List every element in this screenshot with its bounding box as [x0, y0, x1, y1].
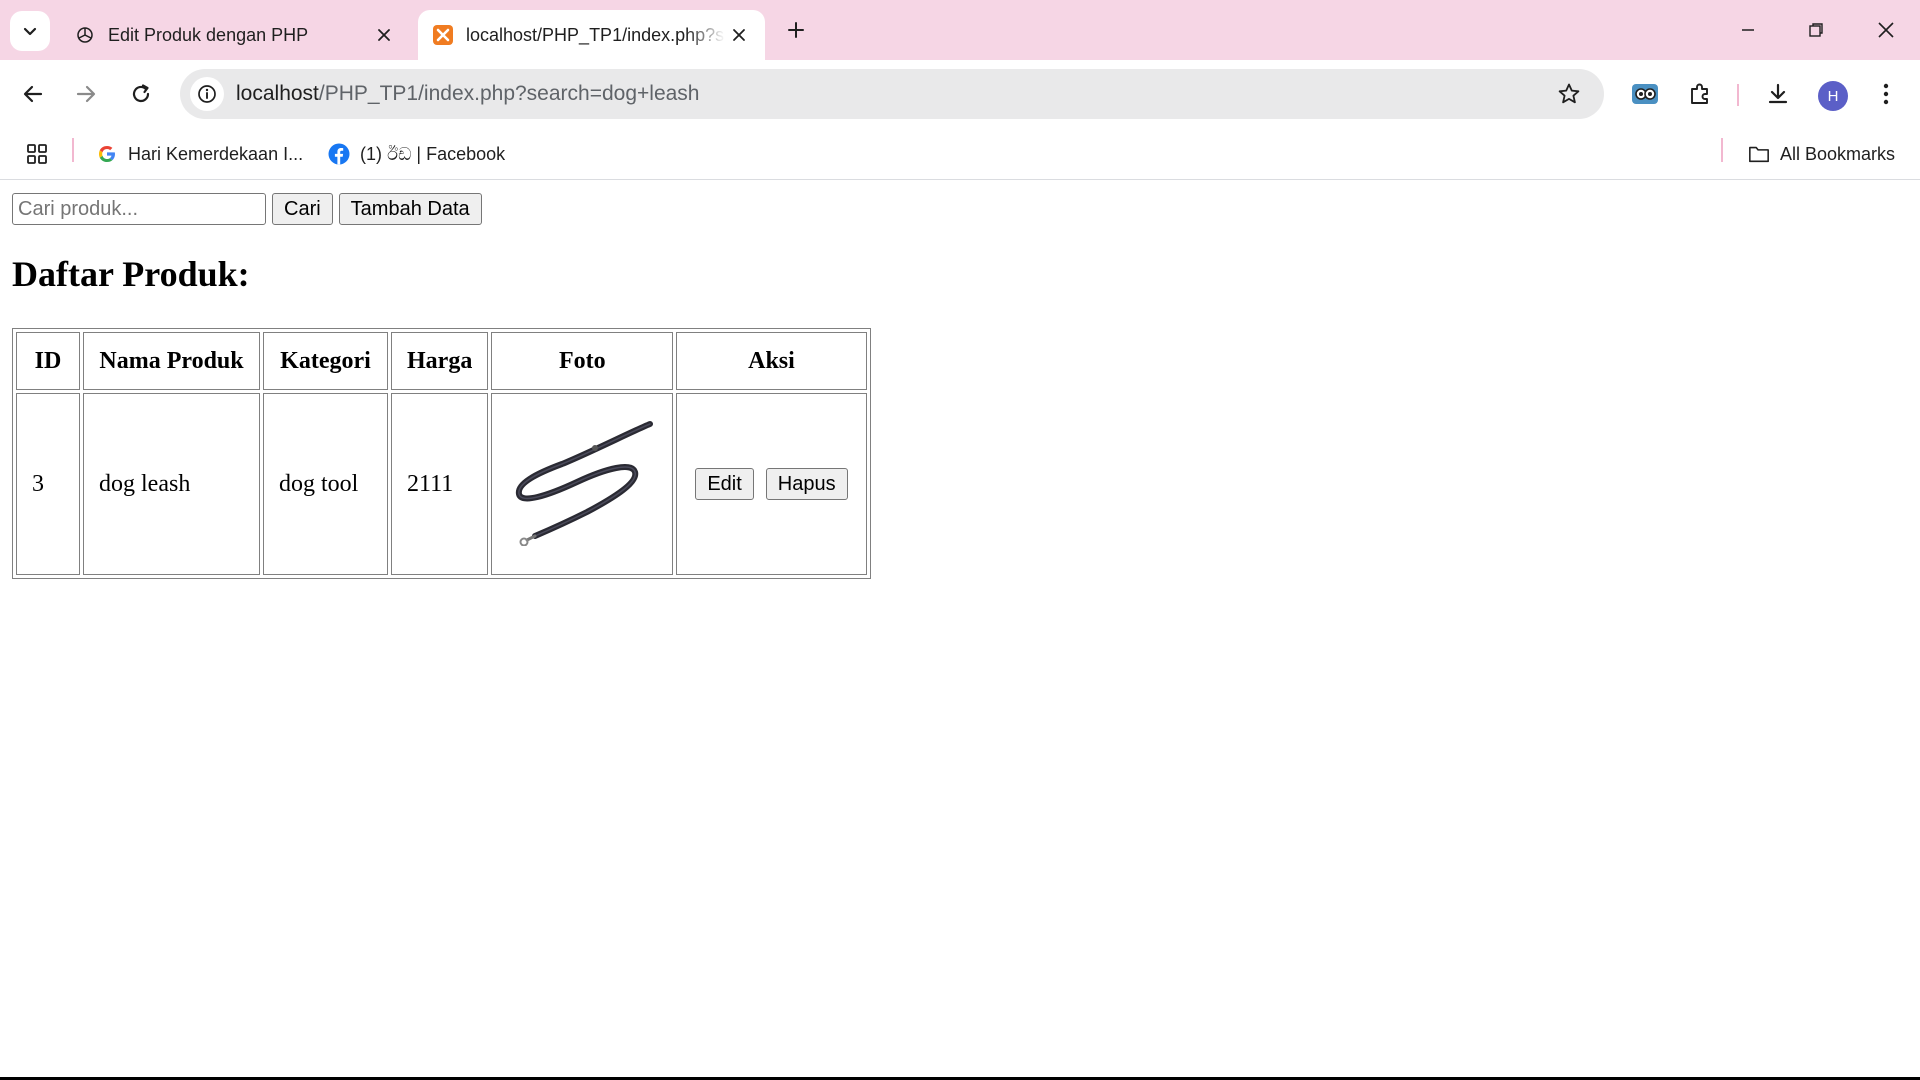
- openai-icon: [74, 24, 96, 46]
- apps-button[interactable]: [26, 140, 58, 168]
- xampp-icon: [432, 24, 454, 46]
- table-row: 3 dog leash dog tool 2111 Edit Hapus: [16, 393, 867, 575]
- star-icon[interactable]: [1556, 81, 1582, 107]
- puzzle-icon[interactable]: [1682, 76, 1718, 112]
- restore-button[interactable]: [1792, 10, 1840, 50]
- column-header-nama-produk: Nama Produk: [83, 332, 260, 390]
- apps-grid-icon: [26, 143, 48, 165]
- product-table: ID Nama Produk Kategori Harga Foto Aksi …: [12, 328, 871, 579]
- column-header-kategori: Kategori: [263, 332, 388, 390]
- minimize-icon: [1742, 29, 1754, 31]
- google-icon: [96, 143, 118, 165]
- bookmark-label: Hari Kemerdekaan I...: [128, 143, 304, 164]
- profile-avatar[interactable]: H: [1818, 81, 1848, 111]
- plus-icon: [788, 22, 804, 38]
- reload-button[interactable]: [123, 76, 159, 112]
- extension-icon[interactable]: [1627, 76, 1663, 112]
- address-url: localhost/PHP_TP1/index.php?search=dog+l…: [236, 82, 700, 106]
- site-info-icon[interactable]: [190, 77, 224, 111]
- page-content: Cari Tambah Data Daftar Produk: ID Nama …: [0, 181, 1920, 1080]
- forward-button[interactable]: [68, 76, 104, 112]
- arrow-right-icon: [76, 85, 96, 103]
- bookmarks-divider: [1721, 138, 1723, 162]
- close-icon[interactable]: [370, 21, 398, 49]
- edit-button[interactable]: Edit: [695, 468, 754, 500]
- arrow-left-icon: [23, 85, 43, 103]
- more-menu-icon[interactable]: [1868, 76, 1904, 112]
- tab-localhost[interactable]: localhost/PHP_TP1/index.php?search=dog+l…: [418, 10, 765, 60]
- page-title: Daftar Produk:: [12, 254, 250, 294]
- cell-harga: 2111: [391, 393, 489, 575]
- column-header-foto: Foto: [491, 332, 674, 390]
- column-header-aksi: Aksi: [676, 332, 867, 390]
- facebook-icon: [328, 143, 350, 165]
- dog-leash-photo: [516, 420, 654, 546]
- close-window-button[interactable]: [1862, 10, 1910, 50]
- close-icon[interactable]: [725, 21, 753, 49]
- search-button[interactable]: Cari: [272, 193, 333, 225]
- browser-toolbar: localhost/PHP_TP1/index.php?search=dog+l…: [0, 60, 1920, 128]
- back-button[interactable]: [15, 76, 51, 112]
- restore-icon: [1809, 23, 1823, 37]
- tab-search-button[interactable]: [10, 11, 50, 51]
- bookmarks-divider: [72, 138, 74, 162]
- download-icon[interactable]: [1760, 76, 1796, 112]
- bookmark-hari-kemerdekaan[interactable]: Hari Kemerdekaan I...: [96, 140, 303, 168]
- address-path: /PHP_TP1/index.php?search=dog+leash: [318, 82, 700, 105]
- minimize-button[interactable]: [1724, 10, 1772, 50]
- address-bar[interactable]: localhost/PHP_TP1/index.php?search=dog+l…: [180, 69, 1604, 119]
- add-data-button[interactable]: Tambah Data: [338, 193, 482, 225]
- delete-button[interactable]: Hapus: [765, 468, 848, 500]
- tab-strip: Edit Produk dengan PHP localhost/PHP_TP1…: [0, 0, 1920, 60]
- bookmark-label: (1) ඊඩ | Facebook: [360, 143, 506, 164]
- address-host: localhost: [236, 82, 319, 105]
- tab-title: Edit Produk dengan PHP: [108, 24, 309, 45]
- cell-nama-produk: dog leash: [83, 393, 260, 575]
- table-header-row: ID Nama Produk Kategori Harga Foto Aksi: [16, 332, 867, 390]
- chevron-down-icon: [23, 27, 37, 36]
- bookmark-facebook[interactable]: (1) ඊඩ | Facebook: [328, 140, 505, 168]
- all-bookmarks-label: All Bookmarks: [1780, 143, 1896, 164]
- toolbar-divider: [1737, 84, 1739, 106]
- new-tab-button[interactable]: [780, 14, 812, 46]
- search-input[interactable]: [12, 193, 266, 225]
- search-form: Cari Tambah Data: [12, 193, 482, 225]
- cell-aksi: Edit Hapus: [676, 393, 867, 575]
- tab-title: localhost/PHP_TP1/index.php?search=dog+l…: [466, 24, 725, 45]
- column-header-id: ID: [16, 332, 80, 390]
- column-header-harga: Harga: [391, 332, 489, 390]
- cell-foto: [491, 393, 674, 575]
- cell-id: 3: [16, 393, 80, 575]
- cell-kategori: dog tool: [263, 393, 388, 575]
- reload-icon: [132, 84, 150, 103]
- folder-icon: [1748, 143, 1770, 165]
- close-icon: [1878, 22, 1894, 38]
- all-bookmarks-button[interactable]: All Bookmarks: [1748, 140, 1895, 168]
- tab-edit-produk[interactable]: Edit Produk dengan PHP: [60, 10, 410, 60]
- bookmarks-bar: Hari Kemerdekaan I... (1) ඊඩ | Facebook …: [0, 128, 1920, 180]
